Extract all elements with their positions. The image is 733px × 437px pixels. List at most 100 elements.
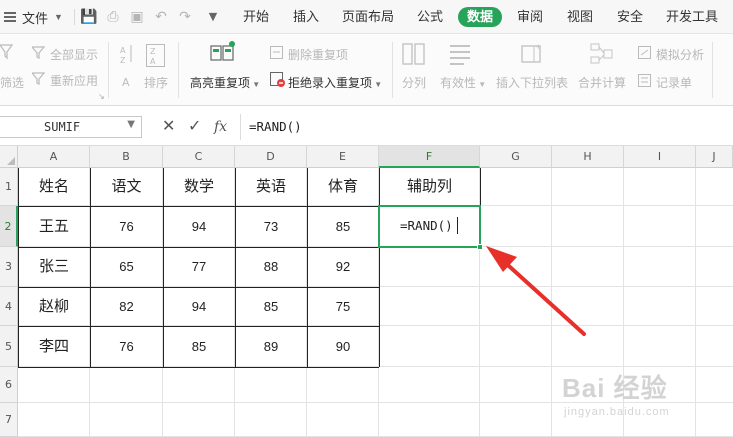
dialog-launcher-icon[interactable]: ↘ xyxy=(98,92,105,101)
show-all-button[interactable]: 全部显示 xyxy=(50,46,98,63)
hamburger-icon xyxy=(4,12,16,22)
table-cell[interactable]: 77 xyxy=(163,247,235,287)
table-cell[interactable]: 65 xyxy=(90,247,163,287)
row-header-5[interactable]: 5 xyxy=(0,326,18,367)
customize-toolbar-icon[interactable]: ▼ xyxy=(204,8,222,26)
save-icon[interactable]: 💾 xyxy=(80,8,98,26)
table-cell[interactable]: 76 xyxy=(90,206,163,247)
table-cell[interactable]: 94 xyxy=(163,206,235,247)
file-menu-label: 文件 xyxy=(22,10,49,26)
print-icon[interactable]: ⎙ xyxy=(104,8,122,26)
insert-dropdown-icon: + xyxy=(521,42,541,63)
table-cell[interactable]: 王五 xyxy=(18,206,90,247)
header-cell-helper[interactable]: 辅助列 xyxy=(379,168,480,206)
cancel-icon[interactable]: ✕ xyxy=(162,117,175,137)
filter-button[interactable]: 筛选 xyxy=(0,74,24,91)
table-cell[interactable]: 张三 xyxy=(18,247,90,287)
tab-view[interactable]: 视图 xyxy=(562,7,598,27)
delete-duplicates-button[interactable]: 删除重复项 xyxy=(288,46,348,63)
header-cell-math[interactable]: 数学 xyxy=(163,168,235,206)
column-header-c[interactable]: C xyxy=(163,146,235,168)
text-cursor xyxy=(457,217,458,234)
row-header-1[interactable]: 1 xyxy=(0,168,18,206)
record-list-button[interactable]: 记录单 xyxy=(656,74,692,91)
validity-icon xyxy=(450,45,470,65)
what-if-analysis-button[interactable]: 模拟分析 xyxy=(656,46,704,63)
tab-developer[interactable]: 开发工具 xyxy=(662,7,722,27)
sort-ascending-icon: A Z xyxy=(120,45,132,64)
column-header-g[interactable]: G xyxy=(480,146,552,168)
table-cell[interactable]: 88 xyxy=(235,247,307,287)
column-header-b[interactable]: B xyxy=(90,146,163,168)
svg-text:+: + xyxy=(536,42,541,52)
table-cell[interactable]: 94 xyxy=(163,287,235,326)
table-cell[interactable]: 85 xyxy=(235,287,307,326)
insert-function-icon[interactable]: fx xyxy=(214,117,227,137)
tab-insert[interactable]: 插入 xyxy=(288,7,324,27)
tab-page-layout[interactable]: 页面布局 xyxy=(340,7,396,27)
confirm-icon[interactable]: ✓ xyxy=(188,117,201,137)
row-header-6[interactable]: 6 xyxy=(0,367,18,403)
reapply-button[interactable]: 重新应用 xyxy=(50,72,98,89)
reject-duplicates-button[interactable]: 拒绝录入重复项 ▼ xyxy=(288,74,382,91)
name-box[interactable]: SUMIF ▼ xyxy=(0,116,142,138)
tab-review[interactable]: 审阅 xyxy=(512,7,548,27)
chevron-down-icon: ▼ xyxy=(54,12,63,22)
column-header-j[interactable]: J xyxy=(696,146,733,168)
sort-button[interactable]: 排序 xyxy=(144,74,168,91)
what-if-analysis-icon xyxy=(638,46,651,59)
tab-formulas[interactable]: 公式 xyxy=(412,7,448,27)
active-cell-f2[interactable]: =RAND() xyxy=(378,205,481,248)
header-cell-name[interactable]: 姓名 xyxy=(18,168,90,206)
select-all-corner[interactable] xyxy=(0,146,18,168)
validity-button[interactable]: 有效性 ▼ xyxy=(440,74,486,91)
sort-descending-icon: Z A xyxy=(146,44,165,67)
table-cell[interactable]: 赵柳 xyxy=(18,287,90,326)
svg-text:A: A xyxy=(150,57,156,66)
column-header-a[interactable]: A xyxy=(18,146,90,168)
tab-data[interactable]: 数据 xyxy=(458,7,502,27)
split-column-button[interactable]: 分列 xyxy=(402,74,426,91)
menu-bar: 文件 ▼ 💾 ⎙ ▣ ↶ ↷ ▼ 开始 插入 页面布局 公式 数据 审阅 视图 … xyxy=(0,0,733,34)
row-header-3[interactable]: 3 xyxy=(0,247,18,287)
header-cell-chinese[interactable]: 语文 xyxy=(90,168,163,206)
formula-input[interactable]: =RAND() xyxy=(240,114,733,140)
consolidate-button[interactable]: 合并计算 xyxy=(578,74,626,91)
column-header-d[interactable]: D xyxy=(235,146,307,168)
row-header-4[interactable]: 4 xyxy=(0,287,18,326)
table-cell[interactable]: 76 xyxy=(90,326,163,367)
column-header-f[interactable]: F xyxy=(379,146,480,168)
header-cell-english[interactable]: 英语 xyxy=(235,168,307,206)
row-header-7[interactable]: 7 xyxy=(0,403,18,437)
undo-icon[interactable]: ↶ xyxy=(152,8,170,26)
watermark-logo: Bai 经验 xyxy=(562,373,668,403)
chevron-down-icon[interactable]: ▼ xyxy=(127,119,135,130)
svg-text:A: A xyxy=(120,46,126,55)
redo-icon[interactable]: ↷ xyxy=(176,8,194,26)
column-header-i[interactable]: I xyxy=(624,146,696,168)
column-header-e[interactable]: E xyxy=(307,146,379,168)
table-cell[interactable]: 90 xyxy=(307,326,379,367)
table-cell[interactable]: 92 xyxy=(307,247,379,287)
table-cell[interactable]: 85 xyxy=(163,326,235,367)
table-cell[interactable]: 89 xyxy=(235,326,307,367)
file-menu[interactable]: 文件 ▼ xyxy=(0,0,63,34)
table-cell[interactable]: 82 xyxy=(90,287,163,326)
table-cell[interactable]: 李四 xyxy=(18,326,90,367)
header-cell-pe[interactable]: 体育 xyxy=(307,168,379,206)
row-header-2[interactable]: 2 xyxy=(0,206,18,247)
table-cell[interactable]: 75 xyxy=(307,287,379,326)
insert-dropdown-button[interactable]: 插入下拉列表 xyxy=(496,74,568,91)
fill-handle[interactable] xyxy=(477,244,483,250)
highlight-duplicates-button[interactable]: 高亮重复项 ▼ xyxy=(190,74,260,91)
table-cell[interactable]: 73 xyxy=(235,206,307,247)
column-header-h[interactable]: H xyxy=(552,146,624,168)
tab-security[interactable]: 安全 xyxy=(612,7,648,27)
svg-text:Z: Z xyxy=(120,56,126,64)
table-cell[interactable]: 85 xyxy=(307,206,379,247)
formula-bar: SUMIF ▼ ✕ ✓ fx =RAND() xyxy=(0,106,733,146)
tab-home[interactable]: 开始 xyxy=(238,7,274,27)
watermark: Bai 经验 jingyan.baidu.com xyxy=(562,368,727,428)
delete-duplicates-icon xyxy=(270,46,283,59)
print-preview-icon[interactable]: ▣ xyxy=(128,8,146,26)
